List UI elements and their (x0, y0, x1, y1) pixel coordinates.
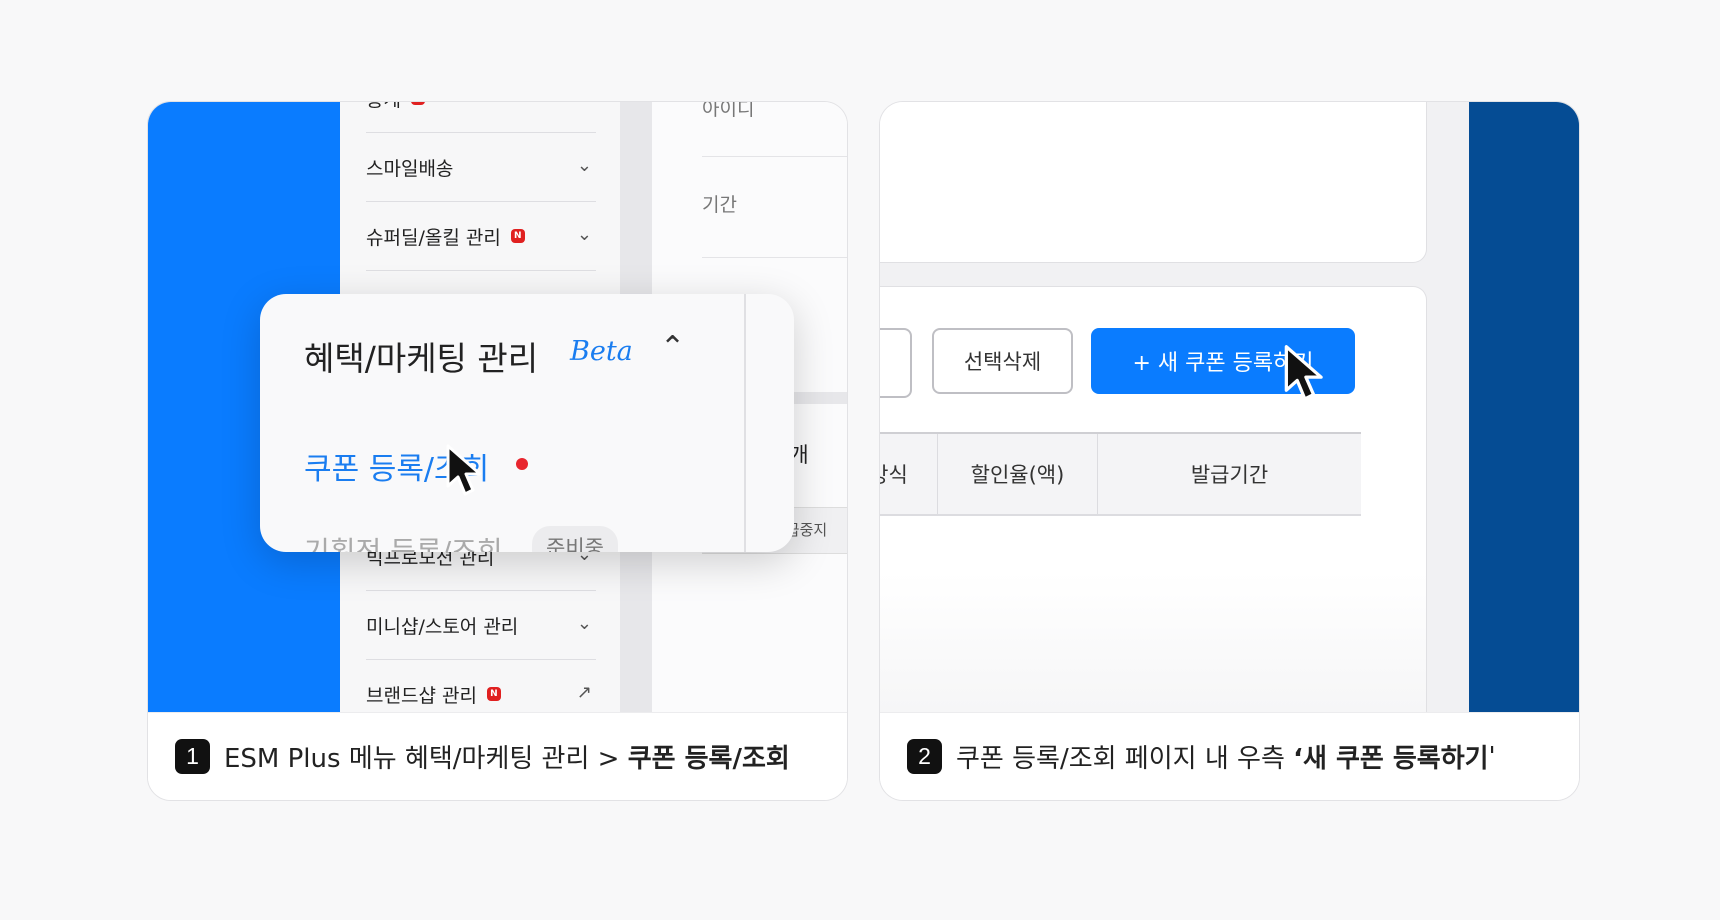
divider (702, 257, 847, 258)
menu-item-minishop[interactable]: 미니샵/스토어 관리 ⌄ (366, 591, 596, 660)
new-badge: N (410, 102, 425, 105)
menu-item-smile-delivery[interactable]: 스마일배송 ⌄ (366, 133, 596, 202)
chevron-down-icon[interactable]: ⌄ (577, 613, 592, 634)
menu-item-superdeal[interactable]: 슈퍼딜/올킬 관리 N ⌄ (366, 202, 596, 271)
delete-selected-button[interactable]: 선택삭제 (932, 328, 1073, 394)
menu-link-exhibition: 기획전 등록/조회 (304, 535, 503, 552)
step1-card: 통계 N ⌄ 스마일배송 ⌄ 슈퍼딜/올킬 관리 N ⌄ 빅프로모션 관리 ⌄ … (147, 101, 848, 801)
column-header-issue-period: 발급기간 (1190, 463, 1269, 487)
menu-item-label: 미니샵/스토어 관리 (366, 615, 519, 638)
search-box (880, 102, 1427, 263)
step-number-badge: 2 (907, 739, 942, 774)
chevron-down-icon[interactable]: ⌄ (577, 102, 592, 107)
menu-item-label: 슈퍼딜/올킬 관리 (366, 226, 501, 249)
menu-item-stats[interactable]: 통계 N ⌄ (366, 102, 596, 133)
caption-suffix: ' (1488, 741, 1496, 772)
step2-caption: 2 쿠폰 등록/조회 페이지 내 우측 ‘새 쿠폰 등록하기 ' (880, 712, 1579, 800)
step-number-badge: 1 (175, 739, 210, 774)
menu-item-label: 통계 (366, 102, 401, 112)
caption-text: 쿠폰 등록/조회 페이지 내 우측 (956, 744, 1294, 774)
preparing-badge: 준비중 (532, 526, 618, 552)
step2-card: 선택삭제 + 새 쿠폰 등록하기 방식 할인율(액) 발급기간 2 쿠폰 등록/… (879, 101, 1580, 801)
chevron-down-icon[interactable]: ⌄ (577, 155, 592, 176)
new-badge: N (510, 229, 525, 243)
step1-screenshot: 통계 N ⌄ 스마일배송 ⌄ 슈퍼딜/올킬 관리 N ⌄ 빅프로모션 관리 ⌄ … (148, 102, 847, 712)
field-label-period: 기간 (702, 194, 737, 216)
step1-caption: 1 ESM Plus 메뉴 혜택/마케팅 관리 > 쿠폰 등록/조회 (148, 712, 847, 800)
menu-item-label: 브랜드샵 관리 (366, 684, 477, 707)
mouse-cursor-icon (446, 444, 482, 496)
caption-text: ESM Plus 메뉴 혜택/마케팅 관리 > (224, 744, 628, 774)
divider (702, 156, 847, 157)
popup-title: 혜택/마케팅 관리 (304, 339, 539, 378)
column-header-method: 방식 (880, 434, 938, 514)
table-header: 방식 할인율(액) 발급기간 (880, 432, 1361, 516)
column-header-discount: 할인율(액) (938, 434, 1098, 514)
popup-divider (744, 294, 746, 552)
partial-button[interactable] (880, 328, 912, 398)
caption-highlight: 쿠폰 등록/조회 (627, 744, 790, 774)
external-link-icon[interactable]: ↗ (577, 682, 592, 703)
mouse-cursor-icon (1284, 345, 1323, 401)
new-dot-indicator (516, 458, 528, 470)
fade-overlay (880, 572, 1426, 712)
caption-highlight: ‘새 쿠폰 등록하기 (1293, 744, 1489, 774)
chevron-up-icon[interactable]: ⌃ (660, 330, 685, 365)
benefit-marketing-popup: 혜택/마케팅 관리 Beta ⌃ 쿠폰 등록/조회 기획전 등록/조회 준비중 (260, 294, 794, 552)
navy-right-panel (1469, 102, 1579, 712)
beta-label: Beta (570, 336, 633, 367)
field-label-id: 아이디 (702, 102, 755, 120)
menu-item-brandshop[interactable]: 브랜드샵 관리 N ↗ (366, 660, 596, 712)
new-badge: N (486, 687, 501, 701)
step2-screenshot: 선택삭제 + 새 쿠폰 등록하기 방식 할인율(액) 발급기간 (880, 102, 1579, 712)
menu-item-label: 스마일배송 (366, 157, 454, 180)
chevron-down-icon[interactable]: ⌄ (577, 224, 592, 245)
